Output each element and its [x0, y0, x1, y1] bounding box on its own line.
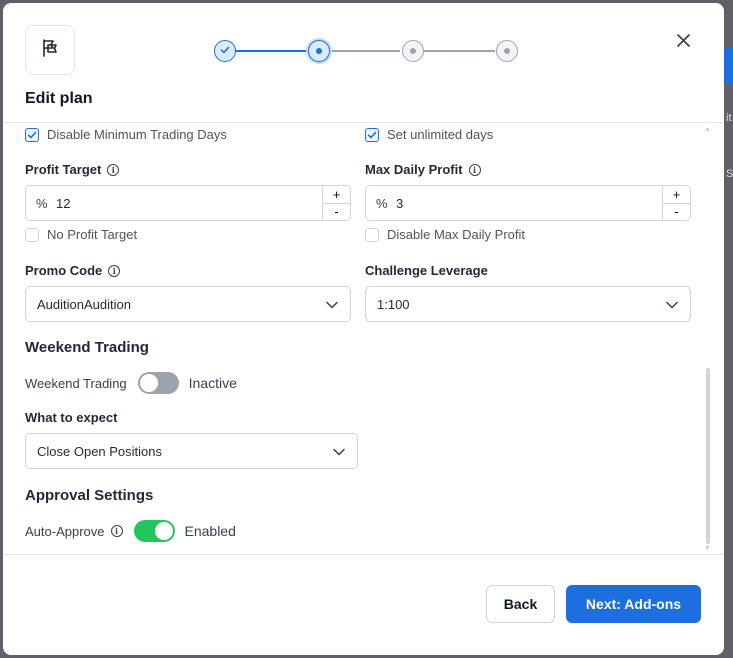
close-icon	[676, 34, 690, 52]
checkbox-box[interactable]	[365, 127, 379, 142]
info-icon[interactable]: i	[110, 525, 123, 537]
promo-code-select[interactable]: AuditionAudition	[25, 286, 351, 322]
weekend-trading-status: Inactive	[188, 375, 237, 391]
chevron-down-icon	[666, 297, 678, 312]
profit-target-label-text: Profit Target	[25, 162, 102, 177]
no-profit-target-checkbox[interactable]: No Profit Target	[25, 227, 137, 242]
modal-title: Edit plan	[25, 90, 93, 107]
checkbox-label: Disable Minimum Trading Days	[47, 127, 227, 142]
max-daily-profit-input[interactable]: % 3 + -	[365, 185, 691, 221]
weekend-trading-row: Weekend Trading Inactive	[25, 372, 237, 394]
scroll-down-arrow[interactable]: ▼	[704, 545, 711, 552]
weekend-trading-toggle-label: Weekend Trading	[25, 375, 127, 391]
back-button[interactable]: Back	[486, 585, 555, 623]
background-accent	[724, 48, 733, 84]
auto-approve-row: Auto-Approve i Enabled	[25, 520, 236, 542]
profit-target-input[interactable]: % 12 + -	[25, 185, 351, 221]
step-3-pending[interactable]	[402, 40, 424, 62]
logo	[25, 25, 75, 75]
modal-body: ▲ ▼ Disable Minimum Trading Days Set unl…	[3, 124, 724, 555]
checkbox-box[interactable]	[365, 227, 379, 242]
max-daily-profit-value[interactable]: 3	[396, 196, 662, 211]
checkbox-label: No Profit Target	[47, 227, 138, 242]
background-text-fragment: it	[726, 112, 732, 124]
checkbox-label: Disable Max Daily Profit	[387, 227, 525, 242]
auto-approve-status: Enabled	[184, 523, 236, 539]
profit-target-stepper: + -	[322, 186, 350, 220]
chevron-down-icon	[326, 297, 338, 312]
max-daily-profit-label: Max Daily Profit i	[365, 162, 481, 177]
profit-target-value[interactable]: 12	[56, 196, 322, 211]
next-add-ons-button[interactable]: Next: Add-ons	[566, 585, 701, 623]
check-icon	[220, 42, 230, 60]
checkbox-box[interactable]	[25, 227, 39, 242]
chevron-down-icon	[333, 444, 345, 459]
close-button[interactable]	[673, 33, 693, 53]
profit-target-label: Profit Target i	[25, 162, 120, 177]
weekend-trading-section-title: Weekend Trading	[25, 339, 149, 356]
what-to-expect-select[interactable]: Close Open Positions	[25, 433, 358, 469]
what-to-expect-label: What to expect	[25, 410, 117, 425]
promo-code-label-text: Promo Code	[25, 263, 103, 278]
decrement-button[interactable]: -	[323, 204, 350, 221]
challenge-leverage-select[interactable]: 1:100	[365, 286, 691, 322]
step-2-current[interactable]	[308, 40, 330, 62]
progress-stepper	[211, 39, 518, 63]
promo-code-label: Promo Code i	[25, 263, 121, 278]
decrement-button[interactable]: -	[663, 204, 690, 221]
scrollbar-thumb[interactable]	[706, 368, 710, 544]
set-unlimited-days-checkbox[interactable]: Set unlimited days	[365, 127, 493, 142]
auto-approve-toggle[interactable]	[133, 520, 175, 542]
challenge-leverage-value: 1:100	[377, 296, 410, 312]
step-connector	[422, 50, 495, 52]
approval-settings-section-title: Approval Settings	[25, 487, 154, 504]
info-icon[interactable]: i	[107, 163, 120, 176]
flag-icon	[39, 37, 61, 64]
what-to-expect-value: Close Open Positions	[37, 443, 163, 459]
percent-prefix: %	[36, 195, 48, 211]
max-daily-profit-label-text: Max Daily Profit	[365, 162, 463, 177]
weekend-trading-toggle[interactable]	[137, 372, 179, 394]
increment-button[interactable]: +	[323, 186, 350, 204]
checkbox-label: Set unlimited days	[387, 127, 494, 142]
challenge-leverage-label: Challenge Leverage	[365, 263, 488, 278]
checkbox-box[interactable]	[25, 127, 39, 142]
challenge-leverage-label-text: Challenge Leverage	[365, 263, 488, 278]
percent-prefix: %	[376, 195, 388, 211]
increment-button[interactable]: +	[663, 186, 690, 204]
background-text-fragment: S	[726, 168, 733, 180]
disable-max-daily-profit-checkbox[interactable]: Disable Max Daily Profit	[365, 227, 525, 242]
what-to-expect-label-text: What to expect	[25, 410, 118, 425]
auto-approve-toggle-label: Auto-Approve	[25, 523, 105, 539]
max-daily-profit-stepper: + -	[662, 186, 690, 220]
step-1-completed[interactable]	[214, 40, 236, 62]
edit-plan-modal: Edit plan ▲ ▼ Disable Minimum Trading Da…	[3, 3, 724, 655]
info-icon[interactable]: i	[468, 163, 481, 176]
step-4-pending[interactable]	[496, 40, 518, 62]
promo-code-value: AuditionAudition	[37, 296, 131, 312]
step-connector	[233, 50, 306, 52]
info-icon[interactable]: i	[108, 264, 121, 277]
step-connector	[328, 50, 400, 52]
disable-min-trading-days-checkbox[interactable]: Disable Minimum Trading Days	[25, 127, 227, 142]
modal-header: Edit plan	[3, 3, 724, 123]
scroll-up-arrow[interactable]: ▲	[704, 126, 711, 133]
